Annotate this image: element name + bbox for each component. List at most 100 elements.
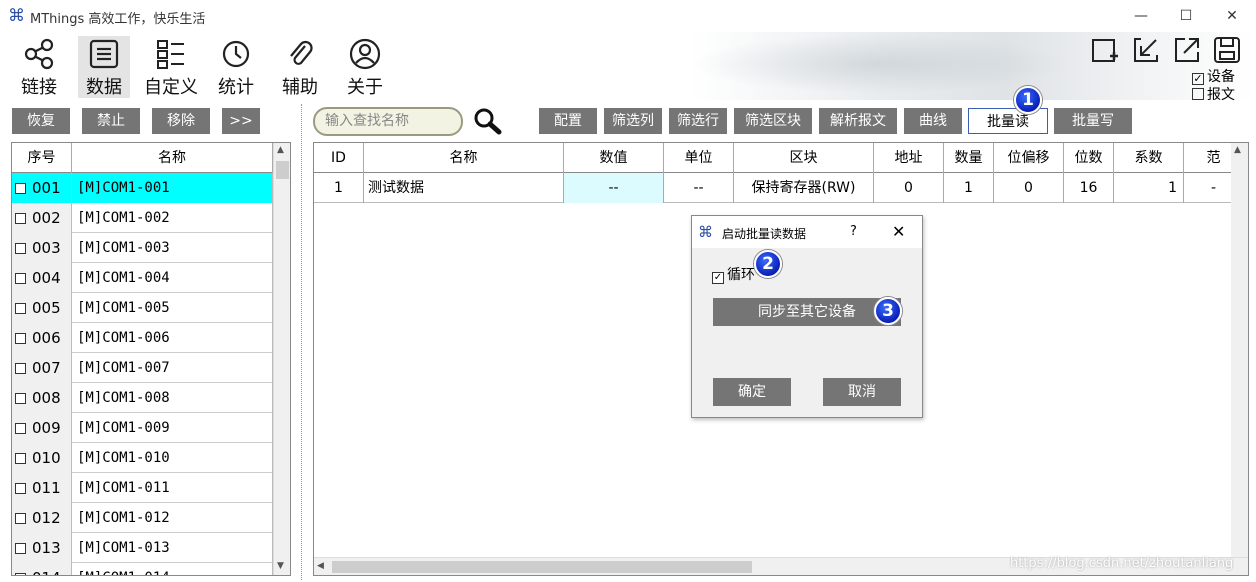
column-header[interactable]: 数量 (944, 143, 994, 173)
panel-splitter[interactable] (301, 104, 305, 580)
row-number-cell[interactable]: 003 (12, 233, 72, 263)
column-header[interactable]: 系数 (1114, 143, 1184, 173)
table-cell[interactable]: 1 (944, 173, 994, 203)
list-item[interactable]: 013 [M]COM1-013 (12, 533, 273, 563)
scroll-down-icon[interactable]: ▼ (277, 561, 284, 571)
table-cell[interactable]: 1 (314, 173, 364, 203)
list-item[interactable]: 014 [M]COM1-014 (12, 563, 273, 575)
row-name[interactable]: [M]COM1-003 (72, 233, 273, 263)
row-number-cell[interactable]: 009 (12, 413, 72, 443)
row-checkbox[interactable] (15, 543, 26, 554)
row-number-cell[interactable]: 012 (12, 503, 72, 533)
row-name[interactable]: [M]COM1-008 (72, 383, 273, 413)
ok-button[interactable]: 确定 (713, 378, 791, 406)
row-checkbox[interactable] (15, 183, 26, 194)
nav-stats[interactable]: 统计 (210, 36, 262, 98)
row-number-cell[interactable]: 013 (12, 533, 72, 563)
row-name[interactable]: [M]COM1-014 (72, 563, 273, 575)
row-checkbox[interactable] (15, 423, 26, 434)
table-cell[interactable]: 16 (1064, 173, 1114, 203)
scroll-left-icon[interactable]: ◀ (317, 561, 324, 571)
filter-block-button[interactable]: 筛选区块 (734, 108, 812, 134)
close-button[interactable]: ✕ (1212, 4, 1252, 28)
row-name[interactable]: [M]COM1-013 (72, 533, 273, 563)
row-name[interactable]: [M]COM1-007 (72, 353, 273, 383)
message-checkbox[interactable]: 报文 (1192, 84, 1235, 104)
row-number-cell[interactable]: 006 (12, 323, 72, 353)
table-cell[interactable]: 保持寄存器(RW) (734, 173, 874, 203)
help-button[interactable]: ? (850, 224, 857, 239)
list-item[interactable]: 004 [M]COM1-004 (12, 263, 273, 293)
row-number-cell[interactable]: 010 (12, 443, 72, 473)
row-checkbox[interactable] (15, 303, 26, 314)
table-cell[interactable]: 0 (994, 173, 1064, 203)
minimize-button[interactable]: — (1121, 4, 1161, 28)
nav-link[interactable]: 链接 (13, 36, 65, 98)
import-icon[interactable] (1131, 35, 1161, 65)
row-name[interactable]: [M]COM1-004 (72, 263, 273, 293)
new-window-icon[interactable] (1090, 35, 1120, 65)
parse-message-button[interactable]: 解析报文 (819, 108, 897, 134)
nav-data[interactable]: 数据 (78, 36, 130, 98)
filter-rows-button[interactable]: 筛选行 (669, 108, 727, 134)
maximize-button[interactable]: ☐ (1166, 4, 1206, 28)
row-name[interactable]: [M]COM1-002 (72, 203, 273, 233)
list-item[interactable]: 012 [M]COM1-012 (12, 503, 273, 533)
column-header[interactable]: 单位 (664, 143, 734, 173)
list-item[interactable]: 008 [M]COM1-008 (12, 383, 273, 413)
row-name[interactable]: [M]COM1-006 (72, 323, 273, 353)
row-checkbox[interactable] (15, 243, 26, 254)
row-checkbox[interactable] (15, 573, 26, 575)
row-number-cell[interactable]: 001 (12, 173, 72, 203)
search-icon[interactable] (473, 107, 503, 135)
nav-assist[interactable]: 辅助 (274, 36, 326, 98)
row-name[interactable]: [M]COM1-001 (72, 173, 273, 203)
row-number-cell[interactable]: 004 (12, 263, 72, 293)
row-name[interactable]: [M]COM1-011 (72, 473, 273, 503)
column-header[interactable]: 位偏移 (994, 143, 1064, 173)
column-header[interactable]: 位数 (1064, 143, 1114, 173)
row-number-cell[interactable]: 005 (12, 293, 72, 323)
header-no[interactable]: 序号 (12, 143, 72, 173)
row-number-cell[interactable]: 008 (12, 383, 72, 413)
row-checkbox[interactable] (15, 363, 26, 374)
row-number-cell[interactable]: 014 (12, 563, 72, 575)
table-cell[interactable]: 1 (1114, 173, 1184, 203)
search-input[interactable]: 输入查找名称 (313, 107, 463, 136)
expand-button[interactable]: >> (222, 108, 260, 134)
row-number-cell[interactable]: 007 (12, 353, 72, 383)
column-header[interactable]: 名称 (364, 143, 564, 173)
table-row[interactable]: 1 测试数据 -- -- 保持寄存器(RW) 0 1 0 16 1- (314, 173, 1248, 203)
column-header[interactable]: 数值 (564, 143, 664, 173)
curve-button[interactable]: 曲线 (904, 108, 962, 134)
loop-checkbox[interactable]: ✓ 循环 (712, 264, 755, 284)
row-checkbox[interactable] (15, 213, 26, 224)
list-item[interactable]: 011 [M]COM1-011 (12, 473, 273, 503)
list-item[interactable]: 005 [M]COM1-005 (12, 293, 273, 323)
table-cell[interactable]: 0 (874, 173, 944, 203)
row-number-cell[interactable]: 011 (12, 473, 72, 503)
scroll-thumb[interactable] (276, 161, 289, 179)
list-item[interactable]: 003 [M]COM1-003 (12, 233, 273, 263)
sync-to-other-devices-button[interactable]: 同步至其它设备 (713, 298, 901, 326)
export-icon[interactable] (1172, 35, 1202, 65)
dialog-close-button[interactable]: ✕ (892, 222, 905, 241)
list-item[interactable]: 007 [M]COM1-007 (12, 353, 273, 383)
table-cell[interactable]: -- (564, 173, 664, 203)
header-name[interactable]: 名称 (72, 143, 273, 173)
table-cell[interactable]: -- (664, 173, 734, 203)
row-checkbox[interactable] (15, 513, 26, 524)
row-checkbox[interactable] (15, 483, 26, 494)
scroll-up-icon[interactable]: ▲ (277, 145, 284, 155)
row-number-cell[interactable]: 002 (12, 203, 72, 233)
nav-about[interactable]: 关于 (339, 36, 391, 98)
cancel-button[interactable]: 取消 (823, 378, 901, 406)
row-name[interactable]: [M]COM1-005 (72, 293, 273, 323)
row-checkbox[interactable] (15, 333, 26, 344)
batch-write-button[interactable]: 批量写 (1054, 108, 1132, 134)
device-list-scrollbar[interactable]: ▲ ▼ (273, 143, 290, 575)
column-header[interactable]: ID (314, 143, 364, 173)
disable-button[interactable]: 禁止 (82, 108, 140, 134)
filter-columns-button[interactable]: 筛选列 (604, 108, 662, 134)
row-name[interactable]: [M]COM1-012 (72, 503, 273, 533)
